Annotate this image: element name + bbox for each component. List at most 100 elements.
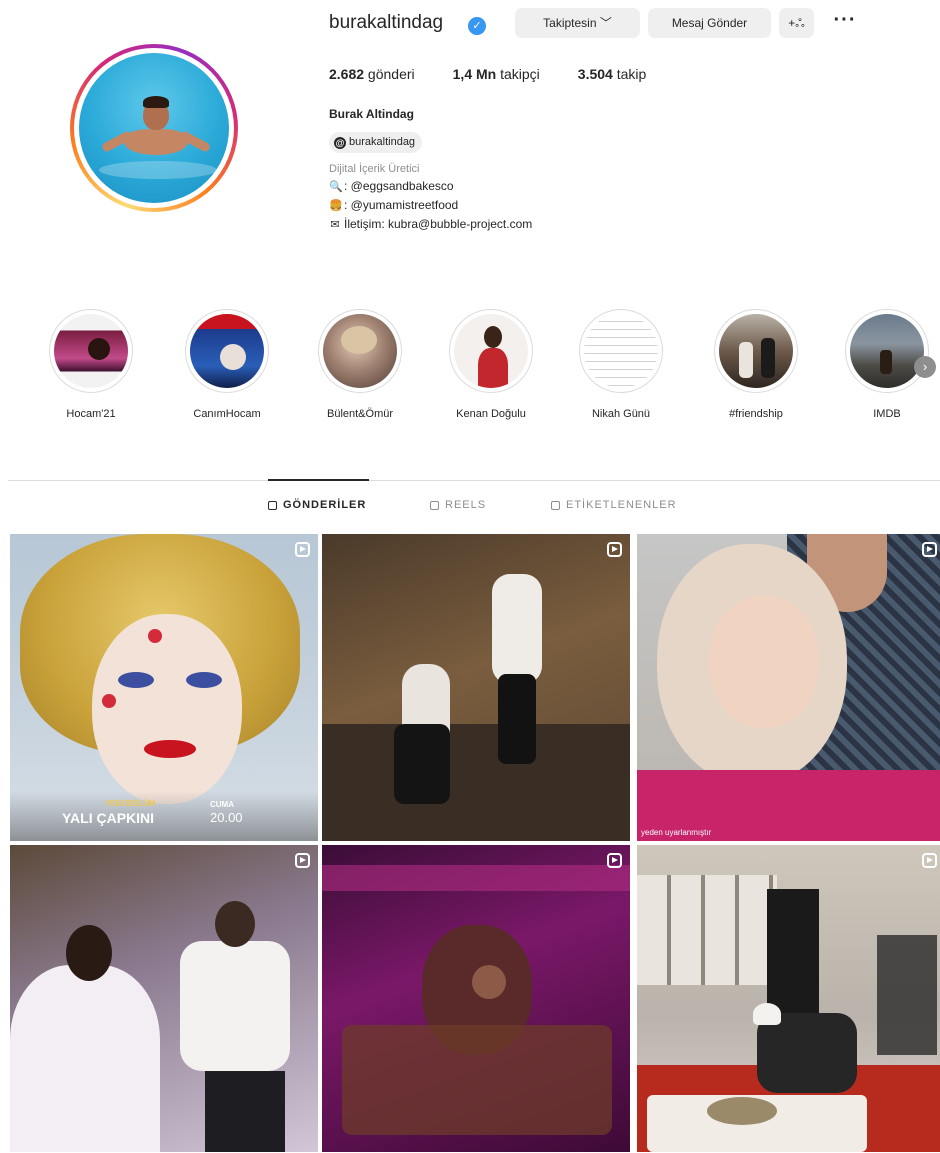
profile-username: burakaltindag: [329, 12, 444, 33]
head-shape: [215, 901, 255, 947]
chef-hat-shape: [753, 1003, 781, 1025]
windows-shape: [637, 875, 777, 985]
more-options-icon[interactable]: ···: [830, 8, 860, 38]
highlight-ring: [845, 309, 929, 393]
highlight-ring: [714, 309, 798, 393]
threads-link[interactable]: @ burakaltindag: [329, 132, 423, 153]
highlight-item[interactable]: Nikah Günü: [576, 309, 666, 420]
post-tile[interactable]: yeden uyarlanmıştır: [637, 534, 940, 841]
highlight-thumbnail: [584, 314, 658, 388]
posts-stat: 2.682 gönderi: [329, 66, 415, 82]
air-time-label: 20.00: [210, 810, 243, 825]
highlight-thumbnail: [850, 314, 924, 388]
bio-text[interactable]: : @yumamistreetfood: [344, 198, 458, 212]
profile-stats: 2.682 gönderi 1,4 Mn takipçi 3.504 takip: [329, 66, 646, 82]
reels-icon: [430, 500, 439, 510]
tab-label: GÖNDERİLER: [283, 499, 367, 511]
heart-shape: [148, 629, 162, 643]
following-label: takip: [612, 66, 647, 82]
water-ripple: [99, 161, 217, 179]
heart-shape: [102, 694, 116, 708]
wedding-dress-shape: [10, 965, 160, 1152]
person-shape: [492, 574, 542, 684]
reel-icon: [295, 542, 310, 557]
highlight-item[interactable]: Hocam'21: [46, 309, 136, 420]
highlight-label: #friendship: [729, 408, 783, 420]
send-message-button[interactable]: Mesaj Gönder: [648, 8, 771, 38]
person-legs-shape: [394, 724, 450, 804]
person-shape: [739, 342, 753, 378]
tab-reels[interactable]: REELS: [430, 499, 486, 511]
highlight-thumbnail: [454, 314, 528, 388]
profile-avatar-ring[interactable]: [70, 44, 238, 212]
reel-icon: [607, 542, 622, 557]
followers-stat[interactable]: 1,4 Mn takipçi: [453, 66, 540, 82]
person-shape: [757, 1013, 857, 1093]
post-tile[interactable]: [322, 845, 630, 1152]
tab-tagged[interactable]: ETİKETLENENLER: [551, 499, 677, 511]
followers-count: 1,4 Mn: [452, 66, 497, 82]
burger-icon: 🍔: [329, 199, 343, 212]
face-shape: [709, 596, 819, 728]
reel-icon: [922, 853, 937, 868]
caption-gradient: [10, 791, 318, 841]
followers-label: takipçi: [496, 66, 540, 82]
posts-count: 2.682: [329, 66, 365, 82]
highlight-item[interactable]: #friendship: [711, 309, 801, 420]
threads-icon: @: [334, 136, 346, 149]
eye-makeup-shape: [186, 672, 222, 688]
white-jacket-shape: [180, 941, 290, 1071]
post-tile[interactable]: YENİ BÖLÜM YALI ÇAPKINI CUMA 20.00: [10, 534, 318, 841]
post-tile[interactable]: [10, 845, 318, 1152]
post-tile[interactable]: [637, 845, 940, 1152]
highlights-next-icon[interactable]: ›: [914, 356, 936, 378]
swimmer-body: [124, 129, 188, 155]
air-day-label: CUMA: [210, 800, 234, 809]
highlight-ring: [318, 309, 402, 393]
clown-face-shape: [92, 614, 242, 804]
profile-category: Dijital İçerik Üretici: [329, 163, 420, 175]
post-tile[interactable]: [322, 534, 630, 841]
highlight-label: Hocam'21: [66, 408, 116, 420]
street-shape: [322, 724, 630, 841]
highlight-item[interactable]: Bülent&Ömür: [315, 309, 405, 420]
highlight-item[interactable]: CanımHocam: [182, 309, 272, 420]
bio-text[interactable]: : @eggsandbakesco: [344, 179, 454, 193]
following-count: 3.504: [577, 66, 613, 82]
bio-line: 🔍 : @eggsandbakesco: [329, 179, 454, 193]
tab-label: ETİKETLENENLER: [566, 499, 677, 511]
following-stat[interactable]: 3.504 takip: [578, 66, 647, 82]
swimmer-hair: [143, 96, 169, 108]
profile-avatar: [79, 53, 229, 203]
avatar-gap: [74, 48, 234, 208]
highlight-thumbnail: [719, 314, 793, 388]
tab-posts[interactable]: GÖNDERİLER: [268, 499, 366, 511]
tagged-icon: [551, 500, 560, 510]
person-shape: [478, 348, 508, 388]
posts-label: gönderi: [364, 66, 415, 82]
highlight-label: Bülent&Ömür: [326, 408, 394, 420]
highlight-label: Nikah Günü: [591, 408, 651, 420]
highlight-ring: [449, 309, 533, 393]
person-shape: [761, 338, 775, 378]
band-shape: [877, 935, 937, 1055]
highlight-thumbnail: [190, 314, 264, 388]
caption-label: yeden uyarlanmıştır: [641, 828, 712, 837]
bio-line: ✉ İletişim: kubra@bubble-project.com: [329, 217, 532, 231]
hair-shape: [66, 925, 112, 981]
profile-full-name: Burak Altindag: [329, 107, 414, 121]
light-beam-shape: [322, 865, 630, 891]
highlight-item[interactable]: Kenan Doğulu: [446, 309, 536, 420]
search-icon: 🔍: [329, 180, 343, 193]
hay-shape: [342, 1025, 612, 1135]
reel-icon: [922, 542, 937, 557]
highlight-thumbnail: [323, 314, 397, 388]
animal-ear-shape: [472, 965, 506, 999]
following-button[interactable]: Takiptesin ﹀: [515, 8, 640, 38]
highlight-ring: [579, 309, 663, 393]
bio-text: İletişim: kubra@bubble-project.com: [344, 217, 533, 231]
person-shape: [220, 344, 246, 370]
suggest-user-button[interactable]: +ஃ: [779, 8, 814, 38]
reel-icon: [607, 853, 622, 868]
highlight-label: IMDB: [873, 408, 901, 420]
